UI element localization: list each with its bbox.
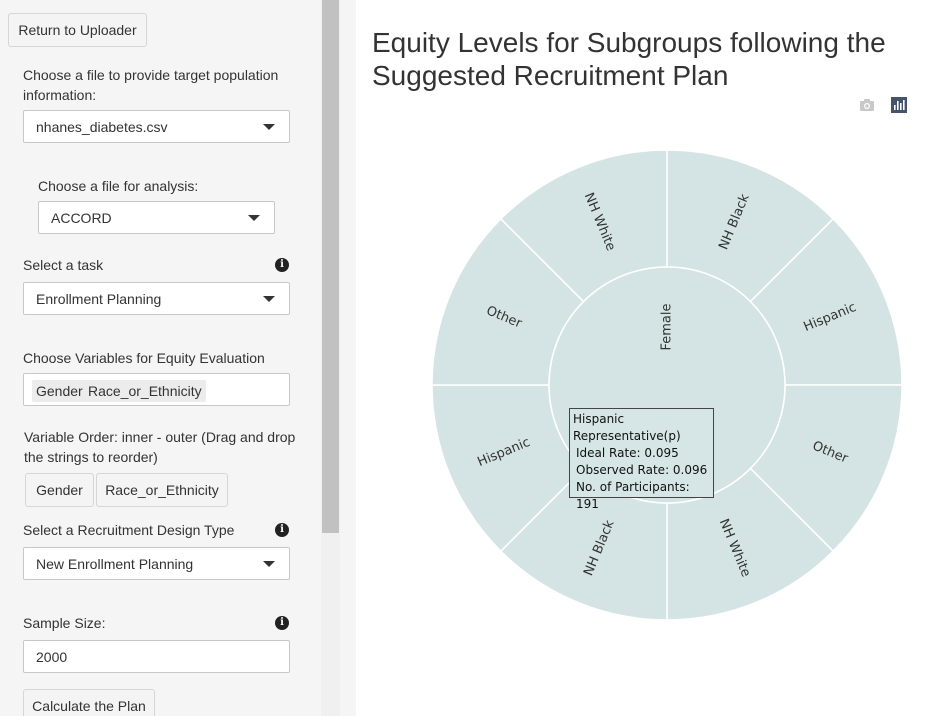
design-label: Select a Recruitment Design Type — [23, 522, 235, 538]
task-value: Enrollment Planning — [36, 291, 162, 307]
tag-race-or-ethnicity[interactable]: Race_or_Ethnicity — [84, 380, 206, 402]
sample-size-value: 2000 — [36, 649, 68, 665]
tooltip-line2: Representative(p) — [573, 429, 681, 443]
info-icon[interactable]: i — [275, 523, 289, 537]
return-to-uploader-button[interactable]: Return to Uploader — [8, 13, 147, 47]
chevron-down-icon — [263, 296, 275, 302]
chevron-down-icon — [263, 561, 275, 567]
target-file-select[interactable]: nhanes_diabetes.csv — [23, 110, 290, 143]
analysis-file-value: ACCORD — [51, 210, 112, 226]
target-file-value: nhanes_diabetes.csv — [36, 119, 168, 135]
chevron-down-icon — [263, 124, 275, 130]
sunburst-chart: FemaleNH BlackHispanicOtherNH WhiteNH Bl… — [431, 149, 903, 621]
task-label: Select a task — [23, 257, 104, 273]
equity-vars-multiselect[interactable]: Gender Race_or_Ethnicity — [23, 373, 290, 406]
tooltip-title: Hispanic — [573, 412, 625, 426]
hover-tooltip: Hispanic Representative(p) Ideal Rate: 0… — [569, 408, 714, 511]
tooltip-observed-rate: Observed Rate: 0.096 — [576, 463, 708, 477]
tag-gender[interactable]: Gender — [32, 380, 87, 402]
calculate-plan-button[interactable]: Calculate the Plan — [23, 689, 155, 716]
main-panel: Equity Levels for Subgroups following th… — [356, 0, 925, 716]
order-item-gender[interactable]: Gender — [25, 473, 94, 507]
design-value: New Enrollment Planning — [36, 556, 194, 572]
equity-vars-label: Choose Variables for Equity Evaluation — [23, 350, 265, 366]
order-label: Variable Order: inner - outer (Drag and … — [24, 429, 296, 465]
order-item-race-or-ethnicity[interactable]: Race_or_Ethnicity — [96, 473, 228, 507]
analysis-file-label: Choose a file for analysis: — [38, 178, 199, 194]
analysis-file-select[interactable]: ACCORD — [38, 201, 275, 234]
gutter — [340, 0, 356, 716]
chevron-down-icon — [248, 215, 260, 221]
tooltip-ideal-rate: Ideal Rate: 0.095 — [576, 446, 679, 460]
sidebar: Return to Uploader Choose a file to prov… — [0, 0, 321, 716]
info-icon[interactable]: i — [275, 258, 289, 272]
sample-size-input[interactable]: 2000 — [23, 640, 290, 673]
design-select[interactable]: New Enrollment Planning — [23, 547, 290, 580]
tooltip-participants: No. of Participants: 191 — [576, 480, 690, 511]
sample-size-label: Sample Size: — [23, 615, 106, 631]
target-file-label: Choose a file to provide target populati… — [23, 67, 279, 103]
sidebar-scrollbar-thumb[interactable] — [322, 0, 339, 533]
inner-sector-label: Female — [660, 303, 675, 350]
info-icon[interactable]: i — [275, 616, 289, 630]
task-select[interactable]: Enrollment Planning — [23, 282, 290, 315]
